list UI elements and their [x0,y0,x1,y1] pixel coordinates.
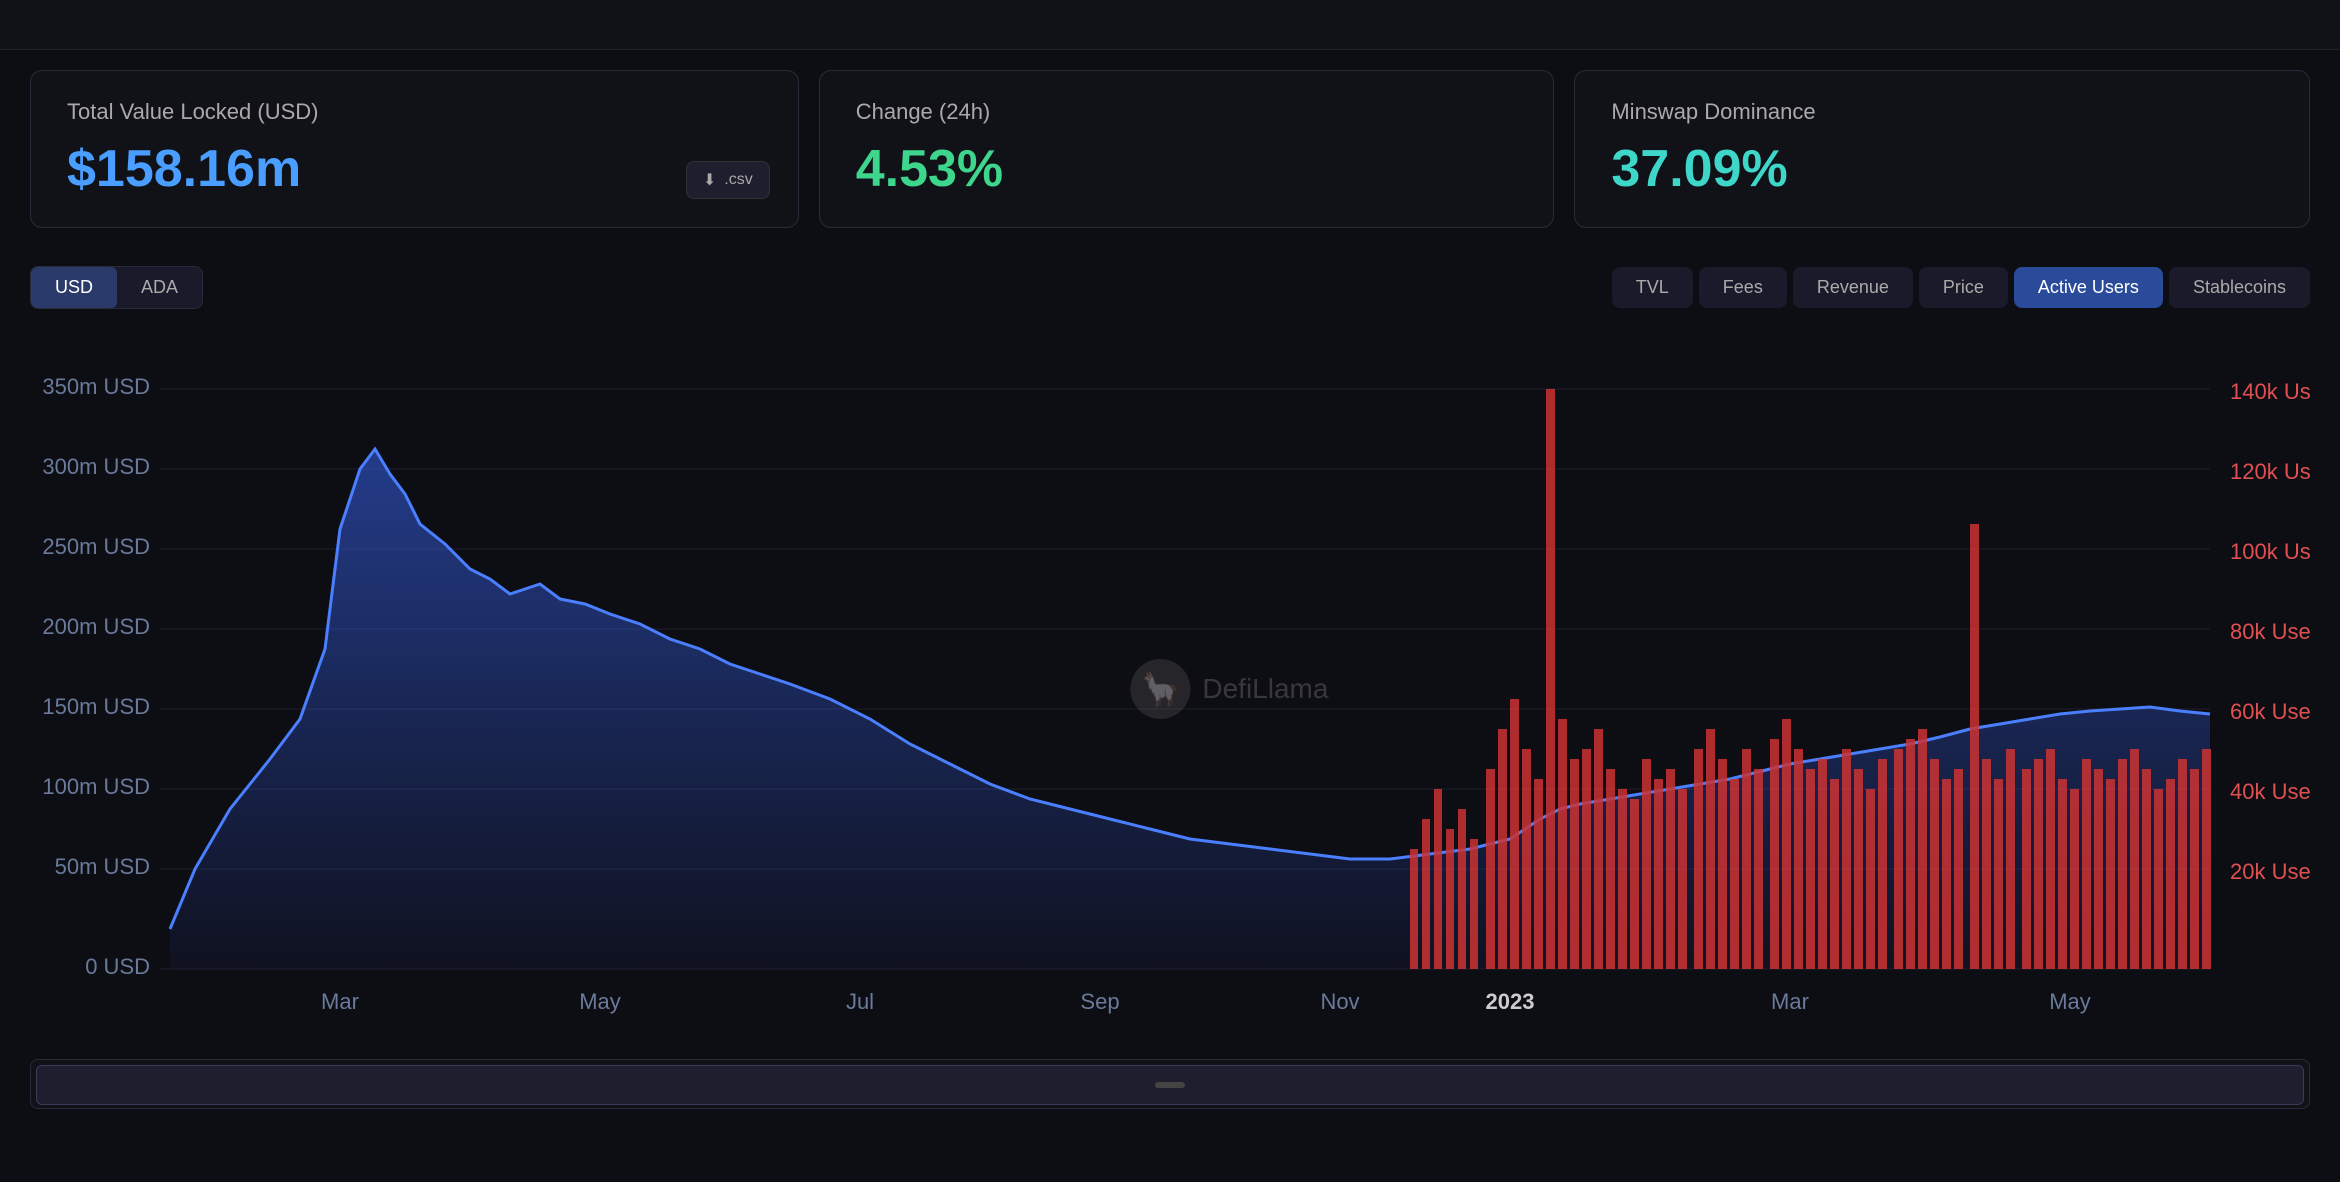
svg-text:Jul: Jul [846,989,874,1014]
svg-text:Mar: Mar [1771,989,1809,1014]
svg-text:60k Users: 60k Users [2230,699,2310,724]
currency-toggle: USD ADA [30,266,203,309]
chart-controls: USD ADA TVL Fees Revenue Price Active Us… [30,248,2310,319]
download-icon: ⬇ [703,170,716,190]
currency-usd-button[interactable]: USD [31,267,117,308]
tab-tvl-button[interactable]: TVL [1612,267,1693,308]
svg-text:Nov: Nov [1320,989,1359,1014]
svg-text:140k Users: 140k Users [2230,379,2310,404]
change-value: 4.53% [856,139,1518,199]
svg-text:250m USD: 250m USD [42,534,150,559]
change-label: Change (24h) [856,99,1518,125]
chart-svg: 350m USD 300m USD 250m USD 200m USD 150m… [30,329,2310,1049]
svg-text:300m USD: 300m USD [42,454,150,479]
stats-row: Total Value Locked (USD) $158.16m ⬇ .csv… [0,50,2340,248]
svg-text:200m USD: 200m USD [42,614,150,639]
svg-text:50m USD: 50m USD [55,854,150,879]
tab-stablecoins-button[interactable]: Stablecoins [2169,267,2310,308]
scrollbar-area[interactable] [30,1059,2310,1109]
dominance-card: Minswap Dominance 37.09% [1574,70,2310,228]
tab-buttons: TVL Fees Revenue Price Active Users Stab… [1612,267,2310,308]
svg-text:100k Users: 100k Users [2230,539,2310,564]
chart-area: 350m USD 300m USD 250m USD 200m USD 150m… [30,329,2310,1049]
svg-text:150m USD: 150m USD [42,694,150,719]
svg-text:350m USD: 350m USD [42,374,150,399]
tab-fees-button[interactable]: Fees [1699,267,1787,308]
tvl-card: Total Value Locked (USD) $158.16m ⬇ .csv [30,70,799,228]
change-card: Change (24h) 4.53% [819,70,1555,228]
tab-active-users-button[interactable]: Active Users [2014,267,2163,308]
svg-text:100m USD: 100m USD [42,774,150,799]
tvl-value: $158.16m [67,139,762,199]
svg-text:20k Users: 20k Users [2230,859,2310,884]
svg-text:2023: 2023 [1486,989,1535,1014]
svg-text:Mar: Mar [321,989,359,1014]
tab-revenue-button[interactable]: Revenue [1793,267,1913,308]
chart-section: USD ADA TVL Fees Revenue Price Active Us… [0,248,2340,1129]
svg-text:40k Users: 40k Users [2230,779,2310,804]
svg-text:Sep: Sep [1080,989,1119,1014]
csv-label: .csv [724,171,752,189]
scrollbar-thumb[interactable] [36,1065,2304,1105]
top-bar [0,0,2340,50]
currency-ada-button[interactable]: ADA [117,267,202,308]
svg-text:120k Users: 120k Users [2230,459,2310,484]
svg-text:May: May [2049,989,2091,1014]
svg-text:0 USD: 0 USD [85,954,150,979]
scrollbar-handle [1155,1082,1185,1088]
csv-download-button[interactable]: ⬇ .csv [686,161,770,199]
svg-text:80k Users: 80k Users [2230,619,2310,644]
dominance-value: 37.09% [1611,139,2273,199]
dominance-label: Minswap Dominance [1611,99,2273,125]
tvl-label: Total Value Locked (USD) [67,99,762,125]
svg-text:May: May [579,989,621,1014]
tab-price-button[interactable]: Price [1919,267,2008,308]
